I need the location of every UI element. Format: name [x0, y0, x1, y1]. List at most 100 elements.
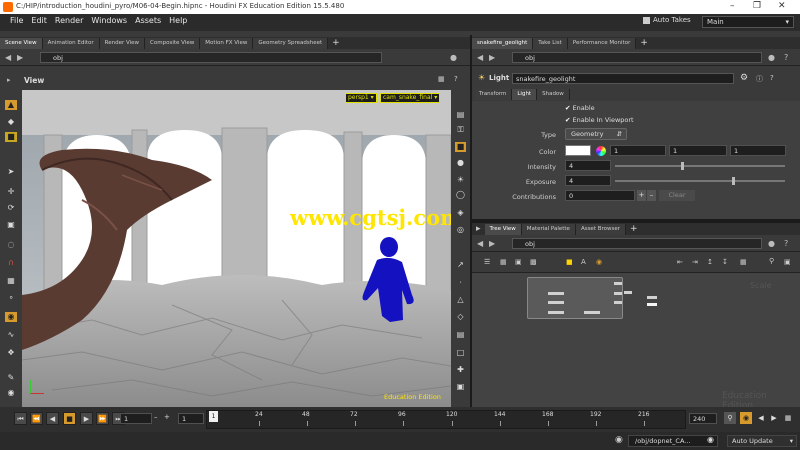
network-node[interactable] [614, 292, 622, 295]
align-left-icon[interactable]: ⇤ [677, 258, 683, 266]
maximize-icon[interactable]: ❐ [753, 1, 761, 11]
close-icon[interactable]: ✕ [778, 1, 786, 11]
remove-contribution-button[interactable]: – [647, 190, 656, 201]
handle-tool-icon[interactable]: ■ [5, 132, 17, 142]
color-wheel-icon[interactable] [596, 146, 606, 156]
speech-bubble-icon[interactable]: ◉ [615, 435, 623, 445]
pose-tool-icon[interactable]: ◆ [5, 117, 17, 127]
help-icon[interactable]: ? [770, 74, 774, 82]
tab-take-list[interactable]: Take List [533, 38, 568, 49]
add-tab-icon[interactable]: + [328, 38, 344, 49]
grid-icon[interactable]: ▦ [5, 276, 17, 286]
network-box[interactable] [527, 277, 623, 319]
tab-geometry-spreadsheet[interactable]: Geometry Spreadsheet [253, 38, 329, 49]
type-select[interactable]: Geometry ⇵ [565, 128, 627, 140]
network-node[interactable] [624, 291, 632, 294]
magnet-icon[interactable]: ∩ [5, 258, 17, 268]
camera-select[interactable]: persp1 ▾ [345, 93, 377, 103]
menu-render[interactable]: Render [55, 16, 83, 25]
exposure-field[interactable]: 4 [565, 175, 611, 186]
primitives-icon[interactable]: △ [455, 295, 466, 305]
bulb-icon[interactable]: ◯ [455, 190, 466, 200]
color-swatch[interactable] [565, 145, 591, 156]
tab-shadow[interactable]: Shadow [537, 89, 570, 100]
points-icon[interactable]: ⋅ [455, 278, 466, 288]
end-frame-field[interactable]: 240 [689, 413, 717, 424]
menu-assets[interactable]: Assets [135, 16, 161, 25]
normals-icon[interactable]: ↗ [455, 260, 466, 270]
sticky-note-icon[interactable]: ■ [566, 258, 573, 266]
prev-key-icon[interactable]: ◀ [755, 412, 767, 424]
add-tab-icon[interactable]: + [626, 224, 642, 235]
lock-icon[interactable]: ⚿ [455, 125, 466, 135]
numbers-icon[interactable]: ▤ [455, 330, 466, 340]
color-palette-icon[interactable]: ▩ [530, 258, 537, 266]
frame-ruler[interactable]: 1 24 48 72 96 120 144 168 192 216 [206, 410, 686, 429]
network-path-field[interactable]: obj [512, 238, 762, 249]
back-arrow-icon[interactable]: ◀ [477, 53, 483, 62]
select-tool-icon[interactable]: ▲ [5, 100, 17, 110]
tab-material-palette[interactable]: Material Palette [521, 224, 576, 235]
tab-tree-view[interactable]: Tree View [484, 224, 522, 235]
menu-file[interactable]: File [10, 16, 23, 25]
exposure-slider[interactable] [615, 180, 785, 182]
start-frame-field[interactable]: 1 [120, 413, 152, 424]
pin-icon[interactable]: ● [768, 239, 775, 248]
align-right-icon[interactable]: ⇥ [692, 258, 698, 266]
network-node[interactable] [614, 301, 622, 304]
scale-tool-icon[interactable]: ▣ [5, 220, 17, 230]
pin-icon[interactable]: ● [450, 53, 457, 62]
text-icon[interactable]: A [581, 258, 586, 266]
network-node[interactable] [647, 303, 657, 306]
tab-asset-browser[interactable]: Asset Browser [575, 224, 627, 235]
play-reverse-button[interactable]: ◀ [46, 412, 59, 425]
background-icon[interactable]: ▣ [455, 382, 466, 392]
align-top-icon[interactable]: ↥ [707, 258, 713, 266]
align-bottom-icon[interactable]: ↧ [722, 258, 728, 266]
enable-viewport-checkbox[interactable]: ✔ Enable In Viewport [565, 116, 634, 124]
network-options-icon[interactable]: ▦ [740, 258, 747, 266]
layout-icon[interactable]: ▦ [500, 258, 507, 266]
auto-takes-toggle[interactable]: Auto Takes [643, 16, 691, 24]
color-r-field[interactable]: 1 [610, 145, 666, 156]
play-button[interactable]: ▶ [80, 412, 93, 425]
help-icon[interactable]: ? [784, 53, 788, 62]
playhead[interactable]: 1 [209, 411, 218, 422]
color-b-field[interactable]: 1 [730, 145, 786, 156]
network-node[interactable] [584, 311, 600, 314]
tab-motion-fx-view[interactable]: Motion FX View [200, 38, 254, 49]
intensity-slider-handle[interactable] [681, 162, 684, 170]
tab-render-view[interactable]: Render View [99, 38, 146, 49]
update-mode-select[interactable]: Auto Update ▾ [727, 435, 797, 447]
active-snap-icon[interactable]: ◉ [5, 312, 17, 322]
key-icon[interactable]: ⚲ [724, 412, 736, 424]
add-tab-icon[interactable]: + [636, 38, 652, 49]
ghost-icon[interactable]: ◈ [455, 208, 466, 218]
color-g-field[interactable]: 1 [669, 145, 727, 156]
handle-icon[interactable]: ◌ [5, 240, 17, 250]
menu-edit[interactable]: Edit [31, 16, 47, 25]
visibility-icon[interactable]: ◎ [455, 225, 466, 235]
global-animation-icon[interactable]: ▦ [782, 412, 794, 424]
brush-icon[interactable]: ✎ [5, 373, 17, 383]
realtime-icon[interactable]: ◉ [740, 412, 752, 424]
menu-windows[interactable]: Windows [91, 16, 127, 25]
snap-icon[interactable]: ▦ [438, 75, 445, 83]
intensity-field[interactable]: 4 [565, 160, 611, 171]
increment-button[interactable]: + [164, 413, 170, 421]
clear-button[interactable]: Clear [659, 190, 695, 201]
back-arrow-icon[interactable]: ◀ [477, 239, 483, 248]
light-icon[interactable]: ☀ [455, 175, 466, 185]
tab-scene-view[interactable]: Scene View [0, 38, 43, 49]
hat-icon[interactable]: ◉ [596, 258, 602, 266]
forward-arrow-icon[interactable]: ▶ [489, 239, 495, 248]
view-icon[interactable]: ▣ [784, 258, 791, 266]
list-icon[interactable]: ☰ [484, 258, 490, 266]
snap-multi-icon[interactable]: ❖ [5, 348, 17, 358]
snap-curve-icon[interactable]: ∿ [5, 330, 17, 340]
network-grid-icon[interactable]: ▣ [515, 258, 522, 266]
decrement-button[interactable]: – [154, 413, 158, 421]
network-node[interactable] [548, 292, 564, 295]
record-icon[interactable]: ◉ [5, 388, 17, 398]
lock-camera-icon[interactable]: ▤ [455, 110, 466, 120]
